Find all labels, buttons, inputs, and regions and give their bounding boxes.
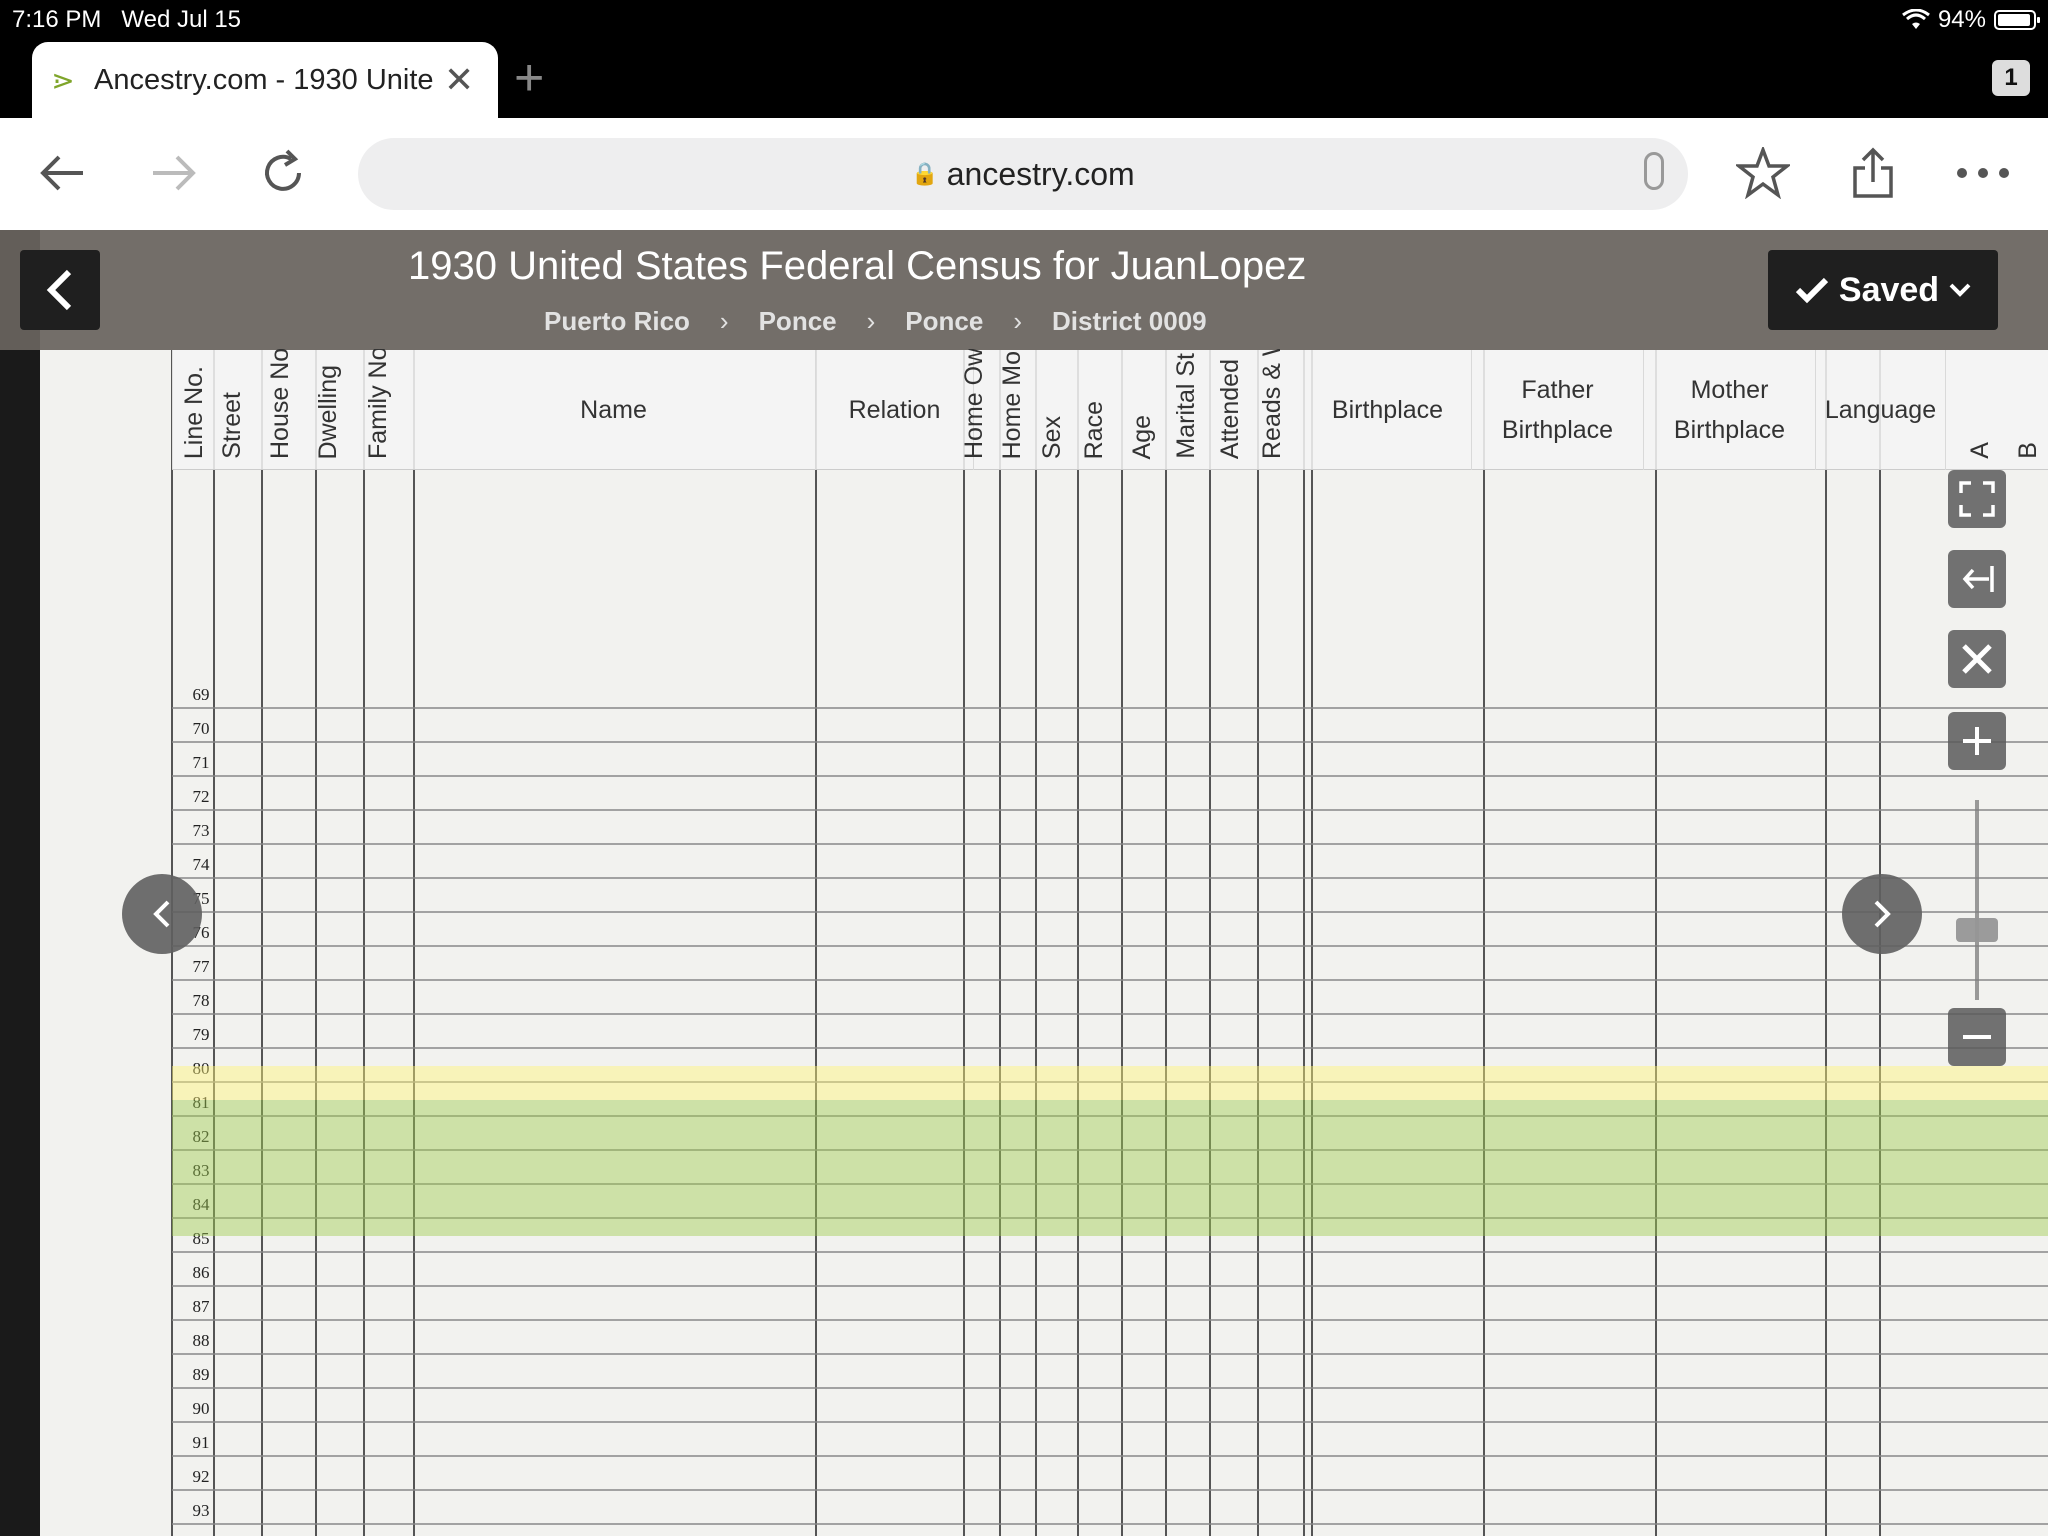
line-number: 87 — [193, 1297, 211, 1316]
wifi-icon — [1902, 9, 1930, 29]
zoom-slider-handle[interactable] — [1956, 918, 1998, 942]
line-number: 74 — [193, 855, 211, 874]
tools-icon[interactable] — [1948, 630, 2006, 688]
tab-bar: ⋗ Ancestry.com - 1930 United States Fede… — [0, 40, 2048, 118]
line-number: 89 — [193, 1365, 210, 1384]
line-number: 69 — [193, 685, 210, 704]
breadcrumb: Puerto Rico › Ponce › Ponce › District 0… — [544, 306, 1207, 337]
chevron-down-icon — [1949, 283, 1971, 297]
line-number: 93 — [193, 1501, 210, 1520]
tab-count-button[interactable]: 1 — [1992, 60, 2030, 96]
back-chevron-icon — [46, 269, 72, 311]
record-title: 1930 United States Federal Census for Ju… — [408, 244, 1307, 288]
col-race: Race — [1080, 400, 1108, 459]
col-marital: Marital St — [1172, 353, 1200, 459]
col-sex: Sex — [1038, 415, 1066, 459]
browser-tab[interactable]: ⋗ Ancestry.com - 1930 United States Fede… — [32, 42, 498, 118]
status-bar: 7:16 PM Wed Jul 15 94% — [0, 0, 2048, 40]
line-number: 78 — [193, 991, 210, 1010]
highlight-household-members — [172, 1100, 2048, 1236]
line-number: 79 — [193, 1025, 210, 1044]
line-number: 72 — [193, 787, 210, 806]
zoom-out-icon[interactable] — [1948, 1008, 2006, 1066]
chevron-left-icon — [153, 900, 170, 928]
status-time: 7:16 PM Wed Jul 15 — [12, 6, 242, 33]
col-dwelling: Dwelling — [314, 364, 342, 459]
col-home-owned: Home Ow — [960, 349, 988, 459]
col-attended: Attended — [1216, 358, 1244, 459]
line-number: 73 — [193, 821, 210, 840]
col-reads: Reads & W — [1258, 349, 1286, 459]
breadcrumb-separator: › — [866, 306, 876, 336]
breadcrumb-item[interactable]: District 0009 — [1052, 306, 1207, 337]
breadcrumb-item[interactable]: Ponce — [905, 306, 983, 337]
line-number: 92 — [193, 1467, 210, 1486]
zoom-slider-track[interactable] — [1975, 800, 1979, 1000]
previous-image-button[interactable] — [122, 874, 202, 954]
ancestry-leaf-icon: ⋗ — [51, 64, 75, 96]
highlight-head-of-household — [172, 1066, 2048, 1100]
zoom-in-icon[interactable] — [1948, 712, 2006, 770]
fullscreen-icon[interactable] — [1948, 470, 2006, 528]
next-image-button[interactable] — [1842, 874, 1922, 954]
line-number: 90 — [193, 1399, 210, 1418]
record-back-button[interactable] — [20, 250, 100, 330]
saved-label: Saved — [1838, 270, 1940, 309]
column-header-row: Line No. Street House No Dwelling Family… — [172, 349, 2048, 470]
collapse-panel-icon[interactable] — [1948, 550, 2006, 608]
star-icon[interactable] — [1730, 140, 1796, 206]
forward-arrow-icon[interactable] — [140, 140, 206, 206]
saved-button[interactable]: Saved — [1768, 250, 1998, 330]
reload-icon[interactable] — [250, 140, 316, 206]
col-a: A — [1966, 442, 1994, 459]
line-number: 77 — [193, 957, 211, 976]
line-number: 91 — [193, 1433, 210, 1452]
col-house-no: House No — [266, 349, 294, 459]
record-title-bar: 1930 United States Federal Census for Ju… — [0, 230, 2048, 350]
share-icon[interactable] — [1840, 140, 1906, 206]
col-line-no: Line No. — [180, 365, 208, 459]
breadcrumb-separator: › — [1013, 306, 1022, 336]
breadcrumb-item[interactable]: Puerto Rico — [544, 306, 690, 337]
breadcrumb-item[interactable]: Ponce — [759, 306, 837, 337]
back-arrow-icon[interactable] — [30, 140, 96, 206]
col-family-no: Family No — [364, 349, 392, 459]
col-home-mo: Home Mo — [998, 350, 1026, 459]
line-number: 70 — [193, 719, 210, 738]
col-age: Age — [1128, 414, 1156, 459]
col-name: Name — [412, 350, 816, 470]
col-mother-birthplace: Mother Birthplace — [1644, 350, 1816, 470]
close-tab-icon[interactable]: ✕ — [444, 59, 474, 101]
url-text: ancestry.com — [946, 155, 1135, 192]
line-number: 71 — [193, 753, 210, 772]
status-right: 94% — [1902, 6, 2040, 34]
record-viewer: 69 70 71 72 73 74 75 76 77 78 79 80 81 82 83 84 85 86 87 88… — [0, 230, 2048, 1536]
breadcrumb-separator: › — [719, 306, 729, 336]
address-bar[interactable]: 🔒 ancestry.com — [358, 138, 1688, 210]
checkmark-icon — [1795, 277, 1829, 304]
col-language: Language — [1816, 350, 1946, 470]
col-father-birthplace: Father Birthplace — [1472, 350, 1644, 470]
chevron-right-icon — [1874, 900, 1891, 928]
browser-toolbar: 🔒 ancestry.com — [0, 118, 2048, 230]
col-street: Street — [218, 392, 246, 459]
battery-percent: 94% — [1937, 6, 1986, 33]
col-relation: Relation — [816, 350, 974, 470]
new-tab-button[interactable]: + — [514, 52, 544, 104]
line-number: 88 — [193, 1331, 210, 1350]
more-icon[interactable] — [1950, 140, 2016, 206]
lock-icon: 🔒 — [911, 161, 939, 186]
tab-title: Ancestry.com - 1930 United States Federa… — [94, 63, 434, 96]
microphone-icon[interactable] — [1644, 152, 1664, 190]
battery-icon — [1994, 10, 2040, 30]
col-birthplace: Birthplace — [1304, 350, 1472, 470]
line-number: 86 — [193, 1263, 210, 1282]
col-b: B — [2014, 442, 2042, 459]
